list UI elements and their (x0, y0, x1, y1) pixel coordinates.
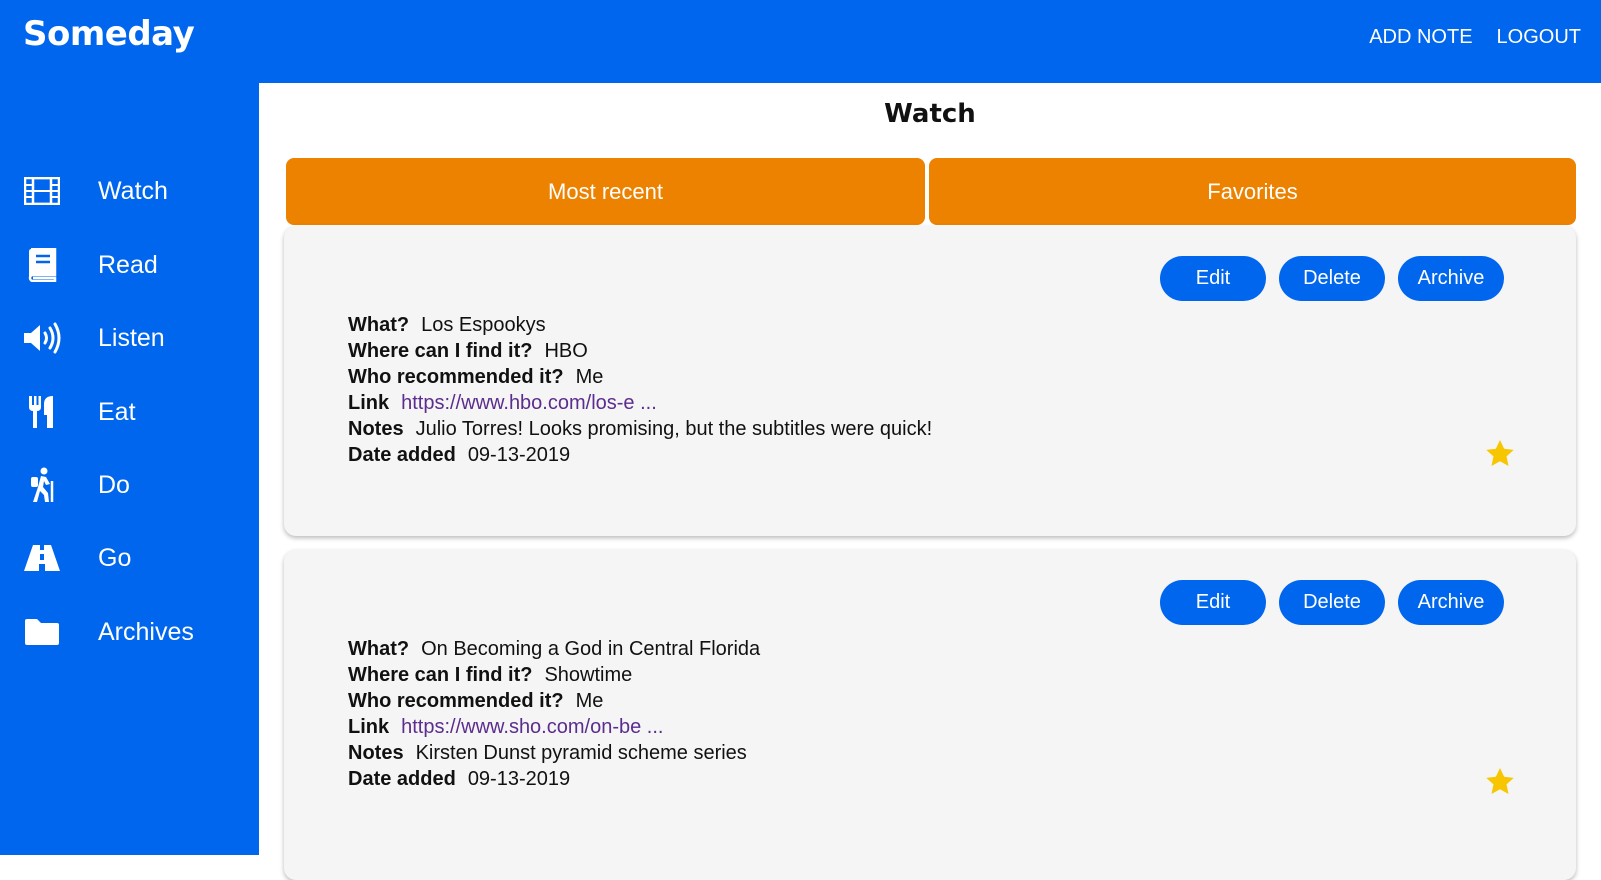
note-where: HBO (544, 340, 588, 362)
page-title: Watch (884, 99, 976, 129)
sidebar-item-listen[interactable]: Listen (0, 308, 259, 368)
sidebar-item-archives[interactable]: Archives (0, 602, 259, 662)
sidebar-item-do[interactable]: Do (0, 455, 259, 515)
sidebar: Watch Read Listen Eat Do Go Archives (0, 83, 259, 855)
field-who: Who recommended it? Me (348, 690, 604, 712)
top-nav: ADD NOTE LOGOUT (1369, 26, 1581, 49)
sidebar-item-read[interactable]: Read (0, 235, 259, 295)
field-date: Date added 09-13-2019 (348, 444, 571, 466)
top-bar: Someday ADD NOTE LOGOUT (0, 0, 1601, 83)
speaker-icon (22, 318, 62, 358)
note-fields: What? Los Espookys Where can I find it? HB… (348, 312, 932, 468)
folder-icon (22, 612, 62, 652)
add-note-link[interactable]: ADD NOTE (1369, 26, 1472, 49)
sidebar-item-label: Do (98, 470, 130, 499)
note-date: 09-13-2019 (467, 444, 571, 466)
book-icon (22, 245, 62, 285)
sidebar-item-watch[interactable]: Watch (0, 161, 259, 221)
favorite-star-icon[interactable] (1484, 438, 1516, 470)
field-link: Link https://www.sho.com/on-be ... (348, 716, 664, 738)
edit-button[interactable]: Edit (1160, 580, 1266, 625)
sidebar-item-label: Go (98, 543, 132, 572)
note-date: 09-13-2019 (467, 768, 571, 790)
note-what: On Becoming a God in Central Florida (421, 638, 761, 660)
note-notes: Julio Torres! Looks promising, but the s… (415, 418, 933, 440)
note-notes: Kirsten Dunst pyramid scheme series (415, 742, 747, 764)
delete-button[interactable]: Delete (1279, 580, 1385, 625)
field-notes: Notes Kirsten Dunst pyramid scheme series (348, 742, 747, 764)
field-who: Who recommended it? Me (348, 366, 604, 388)
film-icon (22, 171, 62, 211)
sidebar-item-label: Eat (98, 397, 136, 426)
tab-most-recent[interactable]: Most recent (286, 158, 925, 225)
sidebar-item-label: Read (98, 250, 158, 279)
archive-button[interactable]: Archive (1398, 256, 1504, 301)
sidebar-item-label: Watch (98, 176, 168, 205)
edit-button[interactable]: Edit (1160, 256, 1266, 301)
note-who: Me (575, 690, 604, 712)
note-who: Me (575, 366, 604, 388)
note-where: Showtime (544, 664, 633, 686)
road-icon (22, 538, 62, 578)
field-where: Where can I find it? Showtime (348, 664, 633, 686)
field-where: Where can I find it? HBO (348, 340, 588, 362)
note-what: Los Espookys (421, 314, 546, 336)
hiking-icon (22, 465, 62, 505)
sidebar-item-eat[interactable]: Eat (0, 382, 259, 442)
delete-button[interactable]: Delete (1279, 256, 1385, 301)
tab-favorites[interactable]: Favorites (929, 158, 1576, 225)
archive-button[interactable]: Archive (1398, 580, 1504, 625)
sidebar-item-label: Listen (98, 323, 165, 352)
field-date: Date added 09-13-2019 (348, 768, 571, 790)
main-content: Watch Most recent Favorites Edit Delete … (259, 83, 1601, 880)
utensils-icon (22, 392, 62, 432)
sidebar-item-go[interactable]: Go (0, 528, 259, 588)
note-link[interactable]: https://www.hbo.com/los-e ... (401, 392, 657, 414)
note-link[interactable]: https://www.sho.com/on-be ... (401, 716, 663, 738)
note-card: Edit Delete Archive What? Los Espookys Wh… (284, 226, 1576, 536)
favorite-star-icon[interactable] (1484, 766, 1516, 798)
logout-link[interactable]: LOGOUT (1497, 26, 1581, 49)
note-card: Edit Delete Archive What? On Becoming a G… (284, 550, 1576, 880)
field-what: What? On Becoming a God in Central Florid… (348, 638, 761, 660)
field-notes: Notes Julio Torres! Looks promising, but … (348, 418, 933, 440)
note-fields: What? On Becoming a God in Central Florid… (348, 636, 760, 792)
app-logo[interactable]: Someday (23, 14, 195, 54)
field-what: What? Los Espookys (348, 314, 546, 336)
field-link: Link https://www.hbo.com/los-e ... (348, 392, 657, 414)
sidebar-item-label: Archives (98, 617, 194, 646)
